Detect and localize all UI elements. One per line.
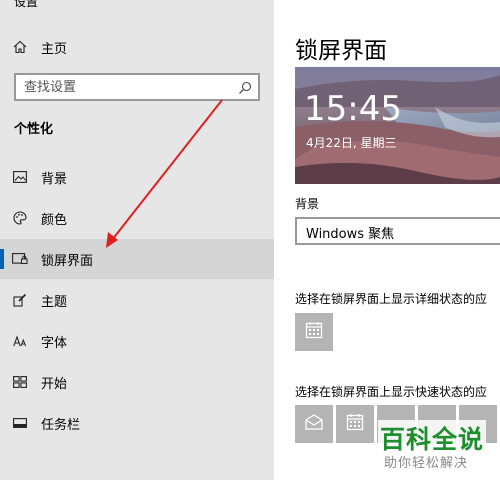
detailed-status-label: 选择在锁屏界面上显示详细状态的应: [295, 292, 488, 306]
calendar-icon: [305, 321, 323, 343]
lock-screen-preview: 15:45 4月22日, 星期三: [295, 67, 500, 184]
sidebar-item-colors[interactable]: 颜色: [0, 198, 274, 238]
sidebar-item-label: 主题: [41, 294, 68, 310]
window-title: 设置: [14, 0, 39, 9]
sidebar-item-label: 背景: [41, 171, 68, 187]
sidebar-item-label: 颜色: [41, 212, 68, 228]
brush-icon: [12, 292, 28, 308]
background-dropdown-value: Windows 聚焦: [306, 227, 395, 242]
sidebar-item-home[interactable]: 主页: [0, 27, 274, 67]
preview-clock: 15:45: [304, 89, 402, 129]
selected-indicator: [0, 249, 4, 269]
watermark-logo-text: 百科全说: [378, 420, 487, 456]
page-title: 锁屏界面: [295, 38, 387, 64]
search-input[interactable]: [24, 78, 234, 96]
sidebar-item-background[interactable]: 背景: [0, 157, 274, 197]
search-field[interactable]: [14, 73, 260, 101]
sidebar-item-label: 锁屏界面: [41, 253, 94, 269]
section-title: 个性化: [14, 122, 54, 137]
home-icon: [12, 39, 28, 55]
sidebar: 设置 主页 个性化 背景 颜色 锁屏界面 主题: [0, 0, 274, 480]
sidebar-item-label: 主页: [41, 41, 68, 57]
sidebar-item-label: 开始: [41, 376, 68, 392]
taskbar-icon: [12, 415, 28, 431]
detailed-status-app-button[interactable]: [295, 313, 333, 351]
background-label: 背景: [295, 197, 320, 211]
sidebar-item-taskbar[interactable]: 任务栏: [0, 403, 274, 443]
background-dropdown[interactable]: Windows 聚焦: [295, 217, 500, 245]
quick-status-label: 选择在锁屏界面上显示快速状态的应: [295, 385, 488, 399]
preview-date: 4月22日, 星期三: [306, 136, 397, 150]
watermark-tagline: 助你轻松解决: [384, 456, 469, 471]
sidebar-item-themes[interactable]: 主题: [0, 280, 274, 320]
quick-status-app-button-1[interactable]: [295, 405, 333, 443]
palette-icon: [12, 210, 28, 226]
font-icon: [12, 333, 28, 349]
search-icon[interactable]: [238, 80, 252, 94]
lock-screen-icon: [12, 251, 28, 267]
mail-icon: [305, 414, 323, 434]
sidebar-item-lock-screen[interactable]: 锁屏界面: [0, 239, 274, 279]
start-grid-icon: [12, 374, 28, 390]
sidebar-item-label: 字体: [41, 335, 68, 351]
picture-icon: [12, 169, 28, 185]
calendar-icon: [346, 413, 364, 435]
quick-status-app-button-2[interactable]: [336, 405, 374, 443]
sidebar-item-start[interactable]: 开始: [0, 362, 274, 402]
sidebar-item-fonts[interactable]: 字体: [0, 321, 274, 361]
sidebar-item-label: 任务栏: [41, 417, 81, 433]
main-content: 锁屏界面 15:45 4月22日, 星期三 背景 Windows 聚焦 选择在锁…: [274, 0, 500, 480]
